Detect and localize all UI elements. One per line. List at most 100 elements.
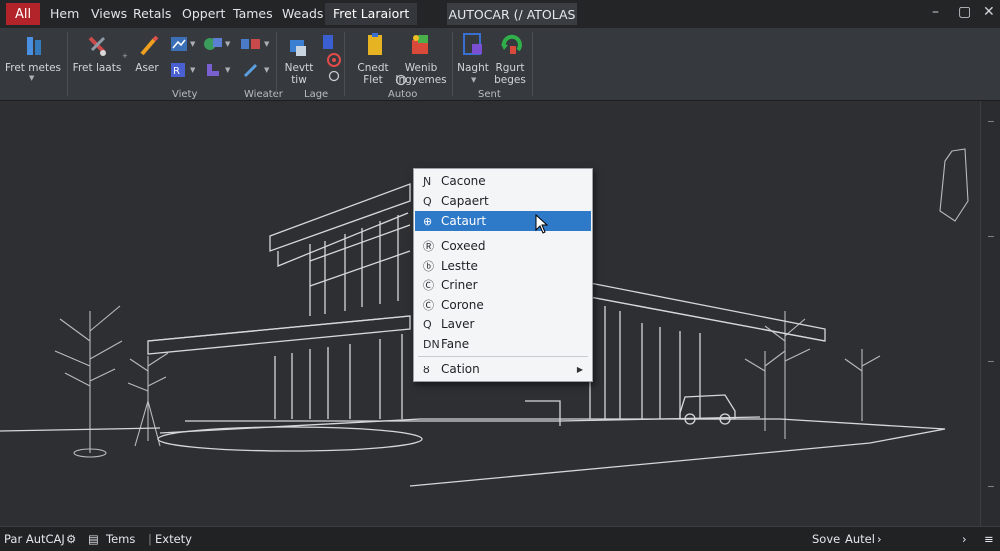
group-label-lage: Lage <box>304 89 329 100</box>
brush-icon[interactable] <box>242 62 260 78</box>
fret-laats-label: Fret laats <box>72 62 122 74</box>
tab-oppert[interactable]: Oppert <box>182 6 225 21</box>
arrow-right-icon[interactable]: › <box>962 532 967 546</box>
minimize-icon[interactable]: – <box>932 4 939 20</box>
pen-icon: Ɲ <box>423 174 432 188</box>
chevron-down-icon: ▼ <box>225 40 231 48</box>
document-icon <box>27 37 41 55</box>
grid-icon[interactable] <box>240 36 262 52</box>
circle-r-icon: Ⓡ <box>423 240 434 253</box>
menu-item-cataurt[interactable]: ⊕ Cataurt <box>415 211 591 231</box>
sync-icon <box>501 34 522 54</box>
dn-icon: DN <box>423 337 440 351</box>
chevron-down-icon: ▼ <box>225 66 231 74</box>
context-menu: Ɲ Cacone Q Capaert ⊕ Cataurt Ⓡ Coxeed ⓑ … <box>413 168 593 382</box>
refresh-icon[interactable] <box>328 70 340 82</box>
menu-item-label: Cataurt <box>441 214 487 228</box>
circle-b-icon: ⓑ <box>423 260 434 273</box>
ribbon-divider <box>344 32 345 96</box>
naght-label: Naght <box>457 62 489 74</box>
chevron-down-icon: ▼ <box>190 66 196 74</box>
layer-icon <box>290 40 306 56</box>
rgurt-label: Rgurt <box>495 62 525 74</box>
menu-item-label: Corone <box>441 298 484 312</box>
toolbar-tick <box>988 486 994 487</box>
file-icon[interactable]: ▤ <box>88 532 99 546</box>
clipboard-icon <box>368 33 382 55</box>
app-title: AUTOCAR (/ ATOLAS <box>447 3 577 25</box>
status-app-name: Par AutCAJ <box>4 532 65 546</box>
tab-weads[interactable]: Weads <box>282 6 323 21</box>
menu-item-label: Laver <box>441 317 475 331</box>
group-label-autoo: Autoo <box>388 89 418 100</box>
toolbar-tick <box>988 121 994 122</box>
menu-item-label: Capaert <box>441 194 489 208</box>
tab-fret-laraiort[interactable]: Fret Laraiort <box>325 3 418 25</box>
chevron-down-icon: ▼ <box>264 40 270 48</box>
menu-bar: All Hem Views Retals Oppert Tames Weads … <box>0 0 1000 29</box>
status-sove[interactable]: Sove <box>812 532 840 546</box>
shapes-icon[interactable] <box>203 35 223 53</box>
target-icon: ⊕ <box>423 214 433 228</box>
menu-separator <box>418 356 588 357</box>
target-icon[interactable] <box>326 52 342 68</box>
menu-item-criner[interactable]: Ⓒ Criner <box>415 275 591 295</box>
chevron-right-icon[interactable]: › <box>877 532 882 546</box>
cnedt-sub-label: Flet <box>363 74 383 86</box>
mouse-cursor-icon <box>535 214 549 234</box>
chevron-down-icon: ▼ <box>29 74 35 82</box>
nevtt-label: Nevtt <box>284 62 314 74</box>
wenib-label: Wenib <box>404 62 438 74</box>
ribbon-divider <box>67 32 68 96</box>
menu-item-corone[interactable]: Ⓒ Corone <box>415 295 591 315</box>
menu-item-lestte[interactable]: ⓑ Lestte <box>415 256 591 276</box>
menu-item-label: Cacone <box>441 174 486 188</box>
close-icon[interactable]: ✕ <box>983 4 995 20</box>
pencil-icon <box>140 35 159 56</box>
status-autel[interactable]: Autel <box>845 532 875 546</box>
rgurt-sub-label: beges <box>494 74 526 86</box>
status-tems[interactable]: Tems <box>106 532 135 546</box>
chevron-down-icon: ▼ <box>264 66 270 74</box>
settings-icon[interactable]: ⚙ <box>66 532 76 546</box>
group-label-wieater: Wieater <box>244 89 283 100</box>
menu-item-fane[interactable]: DN Fane <box>415 334 591 354</box>
wenib-sub-label: Ingyemes <box>395 74 447 86</box>
ribbon-divider <box>532 32 533 96</box>
group-label-viety: Viety <box>172 89 198 100</box>
fret-metes-label: Fret metes <box>4 62 61 74</box>
tab-views[interactable]: Views <box>91 6 127 21</box>
tab-retals[interactable]: Retals <box>133 6 171 21</box>
svg-text:R: R <box>173 66 180 77</box>
nevtt-sub-label: tiw <box>291 74 307 86</box>
menu-item-laver[interactable]: Q Laver <box>415 314 591 334</box>
chevron-icon: + <box>122 52 128 60</box>
ribbon-divider <box>276 32 277 96</box>
menu-item-cacone[interactable]: Ɲ Cacone <box>415 171 591 191</box>
toolbar-tick <box>988 236 994 237</box>
chart-icon[interactable] <box>170 36 188 52</box>
chevron-down-icon: ▼ <box>471 76 477 84</box>
ribbon: Fret metes ▼ Fret laats + Aser ▼ ▼ ▼ R ▼… <box>0 28 1000 101</box>
tools-icon <box>88 36 106 56</box>
chevron-right-icon: ▶ <box>576 364 583 374</box>
maximize-icon[interactable]: ▢ <box>958 4 971 20</box>
menu-all-button[interactable]: All <box>6 3 40 25</box>
menu-item-label: Lestte <box>441 259 478 273</box>
search-icon: Q <box>423 194 432 208</box>
status-extety[interactable]: Extety <box>155 532 192 546</box>
menu-item-label: Coxeed <box>441 239 486 253</box>
tab-hem[interactable]: Hem <box>50 6 79 21</box>
window-icon <box>463 33 482 55</box>
tab-tames[interactable]: Tames <box>233 6 273 21</box>
right-toolbar[interactable] <box>980 101 1000 526</box>
menu-icon[interactable]: ≡ <box>984 532 994 546</box>
menu-item-capaert[interactable]: Q Capaert <box>415 191 591 211</box>
corner-icon[interactable] <box>205 62 221 78</box>
bookmark-icon[interactable] <box>320 34 336 50</box>
chevron-down-icon: ▼ <box>190 40 196 48</box>
menu-item-cation[interactable]: ȣ Cation ▶ <box>415 359 591 379</box>
menu-item-coxeed[interactable]: Ⓡ Coxeed <box>415 236 591 256</box>
view-icon[interactable]: R <box>170 62 186 78</box>
group-label-sent: Sent <box>478 89 501 100</box>
